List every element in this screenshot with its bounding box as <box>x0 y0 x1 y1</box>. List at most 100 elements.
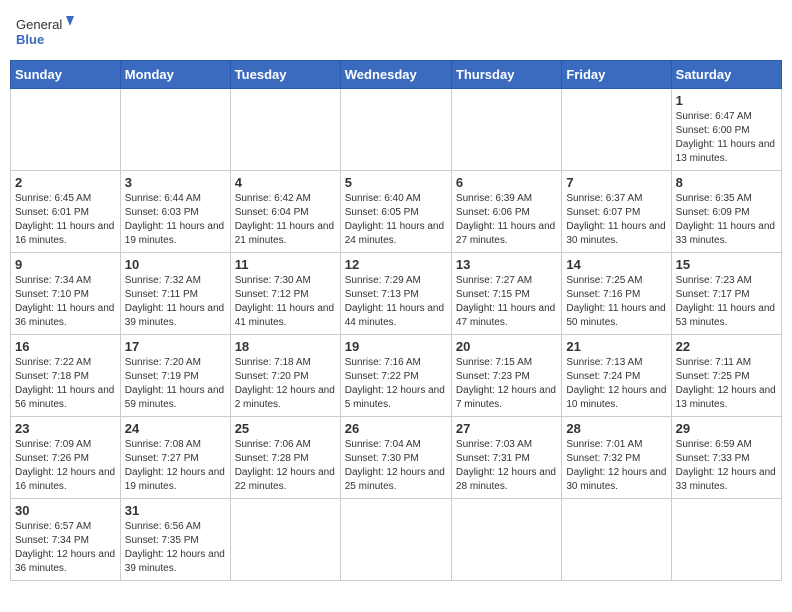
calendar-cell: 22Sunrise: 7:11 AM Sunset: 7:25 PM Dayli… <box>671 335 781 417</box>
calendar-cell: 29Sunrise: 6:59 AM Sunset: 7:33 PM Dayli… <box>671 417 781 499</box>
weekday-header-wednesday: Wednesday <box>340 61 451 89</box>
weekday-header-thursday: Thursday <box>451 61 561 89</box>
calendar-cell: 13Sunrise: 7:27 AM Sunset: 7:15 PM Dayli… <box>451 253 561 335</box>
calendar-cell: 14 Sunrise: 7:25 AM Sunset: 7:16 PM Dayli… <box>562 253 671 335</box>
day-number: 25 <box>235 421 336 436</box>
day-info: Sunrise: 6:37 AM Sunset: 6:07 PM Dayligh… <box>566 192 666 248</box>
calendar-cell: 21Sunrise: 7:13 AM Sunset: 7:24 PM Dayli… <box>562 335 671 417</box>
day-number: 3 <box>125 175 226 190</box>
day-info: Sunrise: 7:03 AM Sunset: 7:31 PM Dayligh… <box>456 438 557 494</box>
weekday-header-saturday: Saturday <box>671 61 781 89</box>
day-info: Sunrise: 7:22 AM Sunset: 7:18 PM Dayligh… <box>15 356 116 412</box>
calendar-cell <box>11 89 121 171</box>
day-info: Sunrise: 6:39 AM Sunset: 6:06 PM Dayligh… <box>456 192 557 248</box>
day-number: 11 <box>235 257 336 272</box>
day-info: Sunrise: 7:16 AM Sunset: 7:22 PM Dayligh… <box>345 356 447 412</box>
day-number: 26 <box>345 421 447 436</box>
day-number: 18 <box>235 339 336 354</box>
day-number: 4 <box>235 175 336 190</box>
logo: General Blue <box>16 14 76 50</box>
day-number: 19 <box>345 339 447 354</box>
calendar-week-row: 1 Sunrise: 6:47 AM Sunset: 6:00 PM Daylig… <box>11 89 782 171</box>
day-number: 7 <box>566 175 666 190</box>
calendar-cell: 7 Sunrise: 6:37 AM Sunset: 6:07 PM Daylig… <box>562 171 671 253</box>
day-number: 5 <box>345 175 447 190</box>
calendar-cell: 31 Sunrise: 6:56 AM Sunset: 7:35 PM Dayli… <box>120 499 230 581</box>
calendar-cell: 8Sunrise: 6:35 AM Sunset: 6:09 PM Daylig… <box>671 171 781 253</box>
calendar-cell <box>451 89 561 171</box>
day-info: Sunrise: 7:01 AM Sunset: 7:32 PM Dayligh… <box>566 438 666 494</box>
day-number: 17 <box>125 339 226 354</box>
calendar-cell: 2 Sunrise: 6:45 AM Sunset: 6:01 PM Daylig… <box>11 171 121 253</box>
day-info: Sunrise: 7:23 AM Sunset: 7:17 PM Dayligh… <box>676 274 777 330</box>
day-number: 10 <box>125 257 226 272</box>
day-info: Sunrise: 7:15 AM Sunset: 7:23 PM Dayligh… <box>456 356 557 412</box>
day-info: Sunrise: 6:45 AM Sunset: 6:01 PM Dayligh… <box>15 192 116 248</box>
day-number: 2 <box>15 175 116 190</box>
weekday-header-tuesday: Tuesday <box>230 61 340 89</box>
calendar-week-row: 9 Sunrise: 7:34 AM Sunset: 7:10 PM Daylig… <box>11 253 782 335</box>
day-info: Sunrise: 6:56 AM Sunset: 7:35 PM Dayligh… <box>125 520 226 576</box>
day-number: 14 <box>566 257 666 272</box>
calendar-cell <box>451 499 561 581</box>
svg-text:General: General <box>16 17 62 32</box>
calendar-cell: 18Sunrise: 7:18 AM Sunset: 7:20 PM Dayli… <box>230 335 340 417</box>
calendar-cell <box>562 89 671 171</box>
calendar-cell <box>340 499 451 581</box>
day-info: Sunrise: 7:25 AM Sunset: 7:16 PM Dayligh… <box>566 274 666 330</box>
day-info: Sunrise: 7:09 AM Sunset: 7:26 PM Dayligh… <box>15 438 116 494</box>
calendar-cell: 3 Sunrise: 6:44 AM Sunset: 6:03 PM Daylig… <box>120 171 230 253</box>
calendar-cell: 5 Sunrise: 6:40 AM Sunset: 6:05 PM Daylig… <box>340 171 451 253</box>
day-number: 23 <box>15 421 116 436</box>
day-info: Sunrise: 6:44 AM Sunset: 6:03 PM Dayligh… <box>125 192 226 248</box>
day-info: Sunrise: 7:08 AM Sunset: 7:27 PM Dayligh… <box>125 438 226 494</box>
calendar-cell: 24 Sunrise: 7:08 AM Sunset: 7:27 PM Dayli… <box>120 417 230 499</box>
calendar-cell: 4Sunrise: 6:42 AM Sunset: 6:04 PM Daylig… <box>230 171 340 253</box>
day-info: Sunrise: 7:29 AM Sunset: 7:13 PM Dayligh… <box>345 274 447 330</box>
calendar-cell: 30Sunrise: 6:57 AM Sunset: 7:34 PM Dayli… <box>11 499 121 581</box>
calendar-table: SundayMondayTuesdayWednesdayThursdayFrid… <box>10 60 782 581</box>
generalblue-logo-icon: General Blue <box>16 14 76 50</box>
day-info: Sunrise: 6:40 AM Sunset: 6:05 PM Dayligh… <box>345 192 447 248</box>
calendar-cell <box>230 89 340 171</box>
calendar-week-row: 23 Sunrise: 7:09 AM Sunset: 7:26 PM Dayli… <box>11 417 782 499</box>
day-number: 29 <box>676 421 777 436</box>
weekday-header-friday: Friday <box>562 61 671 89</box>
day-number: 30 <box>15 503 116 518</box>
day-info: Sunrise: 7:32 AM Sunset: 7:11 PM Dayligh… <box>125 274 226 330</box>
day-number: 6 <box>456 175 557 190</box>
calendar-cell <box>340 89 451 171</box>
day-number: 31 <box>125 503 226 518</box>
calendar-cell: 25 Sunrise: 7:06 AM Sunset: 7:28 PM Dayli… <box>230 417 340 499</box>
calendar-cell: 19 Sunrise: 7:16 AM Sunset: 7:22 PM Dayli… <box>340 335 451 417</box>
calendar-cell: 12 Sunrise: 7:29 AM Sunset: 7:13 PM Dayli… <box>340 253 451 335</box>
day-info: Sunrise: 7:06 AM Sunset: 7:28 PM Dayligh… <box>235 438 336 494</box>
calendar-cell: 20Sunrise: 7:15 AM Sunset: 7:23 PM Dayli… <box>451 335 561 417</box>
day-number: 1 <box>676 93 777 108</box>
day-info: Sunrise: 6:47 AM Sunset: 6:00 PM Dayligh… <box>676 110 777 166</box>
day-info: Sunrise: 7:34 AM Sunset: 7:10 PM Dayligh… <box>15 274 116 330</box>
calendar-cell: 26Sunrise: 7:04 AM Sunset: 7:30 PM Dayli… <box>340 417 451 499</box>
calendar-cell: 27Sunrise: 7:03 AM Sunset: 7:31 PM Dayli… <box>451 417 561 499</box>
calendar-cell <box>230 499 340 581</box>
calendar-cell: 1 Sunrise: 6:47 AM Sunset: 6:00 PM Daylig… <box>671 89 781 171</box>
calendar-cell: 17 Sunrise: 7:20 AM Sunset: 7:19 PM Dayli… <box>120 335 230 417</box>
day-info: Sunrise: 7:11 AM Sunset: 7:25 PM Dayligh… <box>676 356 777 412</box>
weekday-header-sunday: Sunday <box>11 61 121 89</box>
calendar-week-row: 2 Sunrise: 6:45 AM Sunset: 6:01 PM Daylig… <box>11 171 782 253</box>
calendar-cell <box>120 89 230 171</box>
calendar-cell: 28Sunrise: 7:01 AM Sunset: 7:32 PM Dayli… <box>562 417 671 499</box>
day-number: 9 <box>15 257 116 272</box>
calendar-cell: 9 Sunrise: 7:34 AM Sunset: 7:10 PM Daylig… <box>11 253 121 335</box>
calendar-cell: 15 Sunrise: 7:23 AM Sunset: 7:17 PM Dayli… <box>671 253 781 335</box>
calendar-week-row: 30Sunrise: 6:57 AM Sunset: 7:34 PM Dayli… <box>11 499 782 581</box>
day-number: 15 <box>676 257 777 272</box>
day-info: Sunrise: 7:20 AM Sunset: 7:19 PM Dayligh… <box>125 356 226 412</box>
calendar-cell: 6 Sunrise: 6:39 AM Sunset: 6:06 PM Daylig… <box>451 171 561 253</box>
weekday-header-monday: Monday <box>120 61 230 89</box>
calendar-cell: 10 Sunrise: 7:32 AM Sunset: 7:11 PM Dayli… <box>120 253 230 335</box>
weekday-header-row: SundayMondayTuesdayWednesdayThursdayFrid… <box>11 61 782 89</box>
day-number: 12 <box>345 257 447 272</box>
day-number: 8 <box>676 175 777 190</box>
day-number: 24 <box>125 421 226 436</box>
